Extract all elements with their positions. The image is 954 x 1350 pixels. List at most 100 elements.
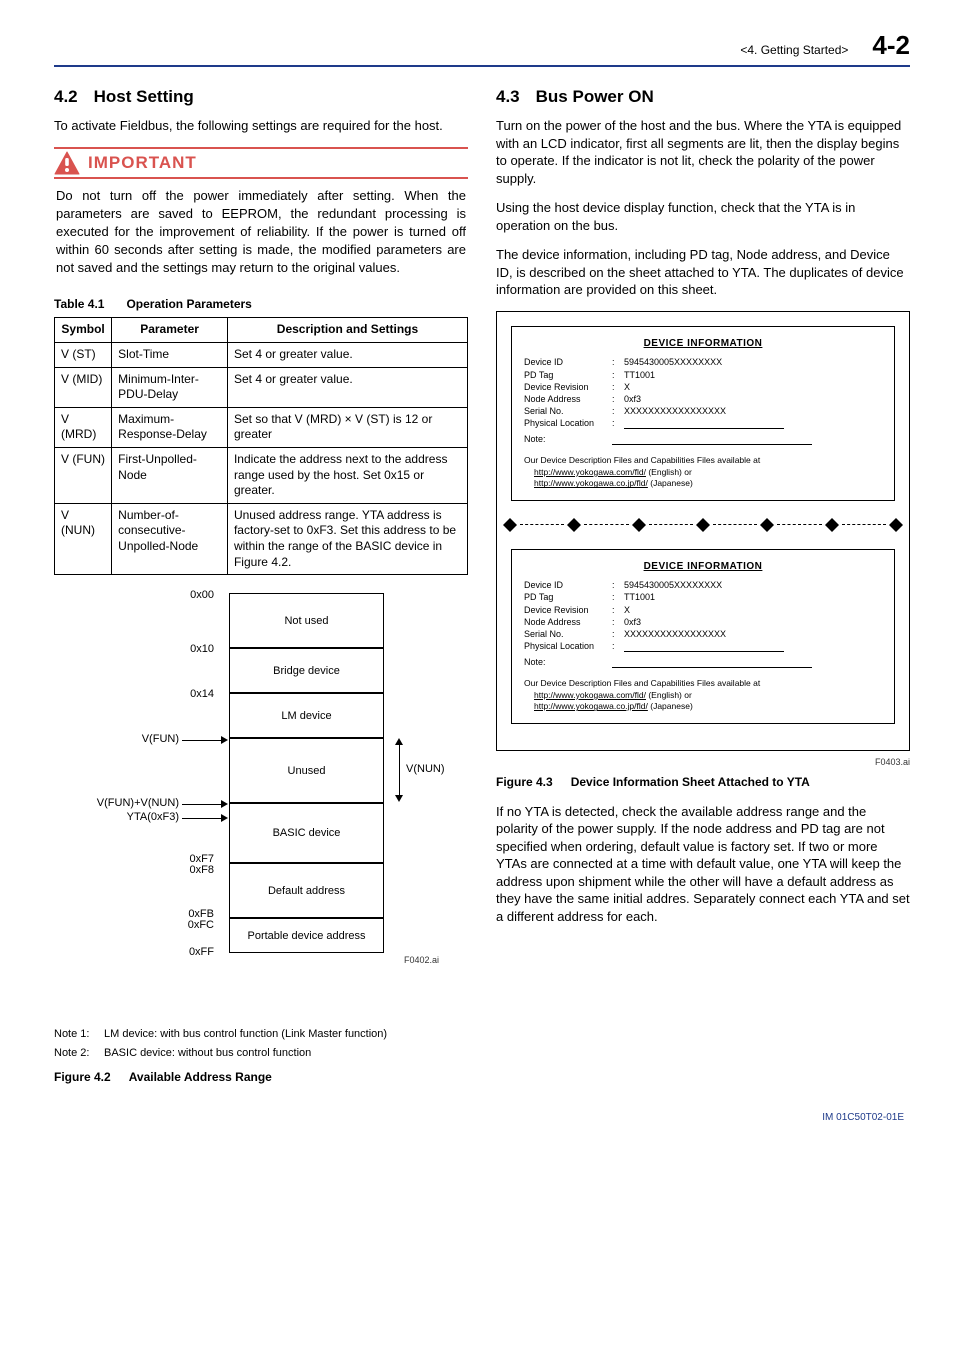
arrow-icon: [395, 795, 403, 802]
header-page-number: 4-2: [872, 30, 910, 61]
field-key: Serial No.: [524, 405, 612, 417]
th-description: Description and Settings: [227, 318, 467, 343]
section-4-3-num: 4.3: [496, 87, 520, 107]
table-row: V (ST) Slot-Time Set 4 or greater value.: [55, 343, 468, 368]
addr-0x10: 0x10: [54, 643, 214, 655]
device-info-title: DEVICE INFORMATION: [524, 337, 882, 351]
vnun-bracket: [399, 745, 400, 795]
field-key: PD Tag: [524, 369, 612, 381]
box-portable: Portable device address: [229, 918, 384, 953]
addr-0xf8: 0xF8: [54, 864, 214, 876]
device-info-sheet: DEVICE INFORMATION Device ID:5945430005X…: [496, 311, 910, 751]
yta-line: [182, 818, 222, 819]
box-basic: BASIC device: [229, 803, 384, 863]
field-val: 0xf3: [624, 393, 882, 405]
avail-text: Our Device Description Files and Capabil…: [524, 455, 882, 466]
field-val: X: [624, 604, 882, 616]
addr-0xfc: 0xFC: [54, 919, 214, 931]
cell: Unused address range. YTA address is fac…: [227, 503, 467, 574]
field-key: Serial No.: [524, 628, 612, 640]
cell: Set 4 or greater value.: [227, 343, 467, 368]
note-1-body: LM device: with bus control function (Li…: [104, 1027, 387, 1041]
arrow-icon: [221, 736, 228, 744]
figure-4-3-num: Figure 4.3: [496, 775, 553, 789]
figure-4-2-num: Figure 4.2: [54, 1070, 111, 1084]
section-4-3-p2: Using the host device display function, …: [496, 199, 910, 234]
cell: Slot-Time: [112, 343, 228, 368]
note-2-body: BASIC device: without bus control functi…: [104, 1046, 311, 1060]
note-2-key: Note 2:: [54, 1046, 104, 1060]
addr-0xff: 0xFF: [54, 946, 214, 958]
device-info-links: Our Device Description Files and Capabil…: [524, 678, 882, 712]
right-column: 4.3 Bus Power ON Turn on the power of th…: [496, 81, 910, 1084]
table-4-1-num: Table 4.1: [54, 297, 104, 311]
field-key: Node Address: [524, 616, 612, 628]
field-key: Physical Location: [524, 417, 612, 429]
section-4-2-title: 4.2 Host Setting: [54, 87, 468, 107]
diagram-note-2: Note 2: BASIC device: without bus contro…: [54, 1046, 468, 1060]
lang-japanese: (Japanese): [650, 701, 693, 711]
field-key: Device ID: [524, 579, 612, 591]
field-val: XXXXXXXXXXXXXXXXX: [624, 405, 882, 417]
field-key: PD Tag: [524, 591, 612, 603]
important-header: IMPORTANT: [54, 147, 468, 179]
header-chapter: <4. Getting Started>: [740, 43, 848, 57]
field-val: XXXXXXXXXXXXXXXXX: [624, 628, 882, 640]
diagram-code: F0402.ai: [404, 955, 439, 965]
addr-0x00: 0x00: [54, 589, 214, 601]
warning-triangle-icon: [54, 151, 80, 175]
section-4-2-intro: To activate Fieldbus, the following sett…: [54, 117, 468, 135]
section-4-3-p1: Turn on the power of the host and the bu…: [496, 117, 910, 187]
arrow-icon: [395, 738, 403, 745]
vfun-vnun-line: [182, 804, 222, 805]
cell: V (MID): [55, 367, 112, 407]
note-1-key: Note 1:: [54, 1027, 104, 1041]
box-default: Default address: [229, 863, 384, 918]
box-unused: Unused: [229, 738, 384, 803]
cell: V (MRD): [55, 407, 112, 447]
lang-english: (English) or: [648, 690, 691, 700]
tear-line-icon: [497, 511, 909, 539]
field-val: [624, 417, 882, 429]
table-4-1-title: Operation Parameters: [126, 297, 251, 311]
th-parameter: Parameter: [112, 318, 228, 343]
link-english[interactable]: http://www.yokogawa.com/fld/: [534, 690, 646, 700]
table-header-row: Symbol Parameter Description and Setting…: [55, 318, 468, 343]
th-symbol: Symbol: [55, 318, 112, 343]
device-info-links: Our Device Description Files and Capabil…: [524, 455, 882, 489]
operation-parameters-table: Symbol Parameter Description and Setting…: [54, 317, 468, 575]
field-val: [624, 640, 882, 652]
cell: V (ST): [55, 343, 112, 368]
field-val: 0xf3: [624, 616, 882, 628]
field-key: Device Revision: [524, 381, 612, 393]
important-label: IMPORTANT: [88, 153, 197, 173]
field-key: Node Address: [524, 393, 612, 405]
field-val: TT1001: [624, 369, 882, 381]
table-4-1-caption: Table 4.1 Operation Parameters: [54, 297, 468, 311]
cell: Minimum-Inter-PDU-Delay: [112, 367, 228, 407]
cell: Maximum-Response-Delay: [112, 407, 228, 447]
footer-doc-id: IM 01C50T02-01E: [54, 1112, 910, 1123]
note-key: Note:: [524, 656, 612, 668]
device-info-title: DEVICE INFORMATION: [524, 560, 882, 574]
cell: Set so that V (MRD) × V (ST) is 12 or gr…: [227, 407, 467, 447]
device-info-card: DEVICE INFORMATION Device ID:5945430005X…: [511, 326, 895, 501]
section-4-3-title: 4.3 Bus Power ON: [496, 87, 910, 107]
link-english[interactable]: http://www.yokogawa.com/fld/: [534, 467, 646, 477]
link-japanese[interactable]: http://www.yokogawa.co.jp/fld/: [534, 478, 648, 488]
section-4-2-text: Host Setting: [94, 87, 194, 107]
label-vnun: V(NUN): [406, 763, 445, 775]
lang-japanese: (Japanese): [650, 478, 693, 488]
important-body: Do not turn off the power immediately af…: [54, 179, 468, 284]
cell: Indicate the address next to the address…: [227, 448, 467, 504]
cell: V (NUN): [55, 503, 112, 574]
avail-text: Our Device Description Files and Capabil…: [524, 678, 882, 689]
box-bridge: Bridge device: [229, 648, 384, 693]
device-info-card: DEVICE INFORMATION Device ID:5945430005X…: [511, 549, 895, 724]
link-japanese[interactable]: http://www.yokogawa.co.jp/fld/: [534, 701, 648, 711]
note-key: Note:: [524, 433, 612, 445]
figure-4-2-title: Available Address Range: [129, 1070, 272, 1084]
table-row: V (MRD) Maximum-Response-Delay Set so th…: [55, 407, 468, 447]
figure-4-3-caption: Figure 4.3 Device Information Sheet Atta…: [496, 775, 910, 789]
arrow-icon: [221, 800, 228, 808]
